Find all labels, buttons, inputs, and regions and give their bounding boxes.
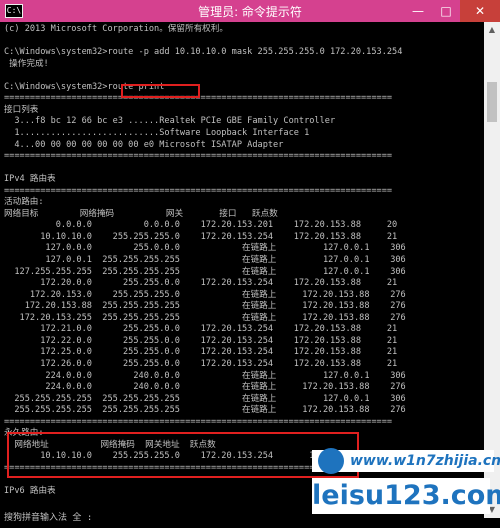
minimize-button[interactable]: —	[404, 0, 432, 22]
console-line: 172.20.153.88 255.255.255.255 在链路上 172.2…	[4, 301, 406, 312]
console-line: C:\Windows\system32>route -p add 10.10.1…	[4, 47, 403, 58]
console-line: 172.21.0.0 255.255.0.0 172.20.153.254 17…	[4, 324, 398, 335]
maximize-icon: □	[440, 4, 452, 18]
console-line: 172.25.0.0 255.255.0.0 172.20.153.254 17…	[4, 347, 398, 358]
console-line: 10.10.10.0 255.255.255.0 172.20.153.254 …	[4, 231, 398, 242]
console-line: 224.0.0.0 240.0.0.0 在链路上 172.20.153.88 2…	[4, 382, 406, 393]
watermark-leisu123: leisu123.com	[312, 478, 500, 514]
console-line: 操作完成!	[4, 58, 49, 69]
console-line: IPv6 路由表	[4, 486, 56, 496]
console-line: 255.255.255.255 255.255.255.255 在链路上 127…	[4, 393, 406, 404]
console-line: ========================================…	[4, 185, 393, 196]
persistent-route-highlight-box	[7, 432, 359, 478]
console-line: IPv4 路由表	[4, 174, 56, 185]
console-line: 172.22.0.0 255.255.0.0 172.20.153.254 17…	[4, 335, 398, 346]
maximize-button[interactable]: □	[432, 0, 460, 22]
close-icon: ✕	[474, 4, 486, 18]
close-button[interactable]: ✕	[460, 0, 500, 22]
console-line: 172.20.153.255 255.255.255.255 在链路上 172.…	[4, 312, 406, 323]
vertical-scrollbar[interactable]: ▲ ▼	[484, 22, 500, 518]
console-line: ========================================…	[4, 151, 393, 162]
console-line: 172.20.153.0 255.255.255.0 在链路上 172.20.1…	[4, 289, 406, 300]
console-line: 1...........................Software Loo…	[4, 127, 310, 138]
console-line: ========================================…	[4, 416, 393, 427]
console-line: 172.26.0.0 255.255.0.0 172.20.153.254 17…	[4, 358, 398, 369]
scroll-up-arrow-icon[interactable]: ▲	[484, 22, 500, 38]
console-line: 网络目标 网络掩码 网关 接口 跃点数	[4, 208, 278, 219]
title-bar[interactable]: C:\ 管理员: 命令提示符 — □ ✕	[0, 0, 500, 22]
console-line: 127.0.0.1 255.255.255.255 在链路上 127.0.0.1…	[4, 255, 406, 265]
console-line: 255.255.255.255 255.255.255.255 在链路上 172…	[4, 405, 406, 416]
minimize-icon: —	[412, 4, 424, 18]
windows-logo-icon	[318, 448, 344, 474]
ime-status-bar: 搜狗拼音输入法 全 :	[0, 508, 312, 528]
console-line: 3...f8 bc 12 66 bc e3 ......Realtek PCIe…	[4, 116, 336, 127]
console-line: 127.0.0.0 255.0.0.0 在链路上 127.0.0.1 306	[4, 243, 406, 254]
console-line: 接口列表	[4, 104, 39, 115]
console-line: 224.0.0.0 240.0.0.0 在链路上 127.0.0.1 306	[4, 370, 406, 381]
console-line: 127.255.255.255 255.255.255.255 在链路上 127…	[4, 266, 406, 277]
console-line: 172.20.0.0 255.255.0.0 172.20.153.254 17…	[4, 278, 398, 289]
console-line: 活动路由:	[4, 197, 44, 208]
scrollbar-thumb[interactable]	[487, 82, 497, 122]
console-line: 0.0.0.0 0.0.0.0 172.20.153.201 172.20.15…	[4, 220, 398, 231]
console-line: (c) 2013 Microsoft Corporation。保留所有权利。	[4, 24, 228, 34]
console-line: 4...00 00 00 00 00 00 00 e0 Microsoft IS…	[4, 139, 284, 150]
route-print-highlight-box	[121, 84, 200, 98]
